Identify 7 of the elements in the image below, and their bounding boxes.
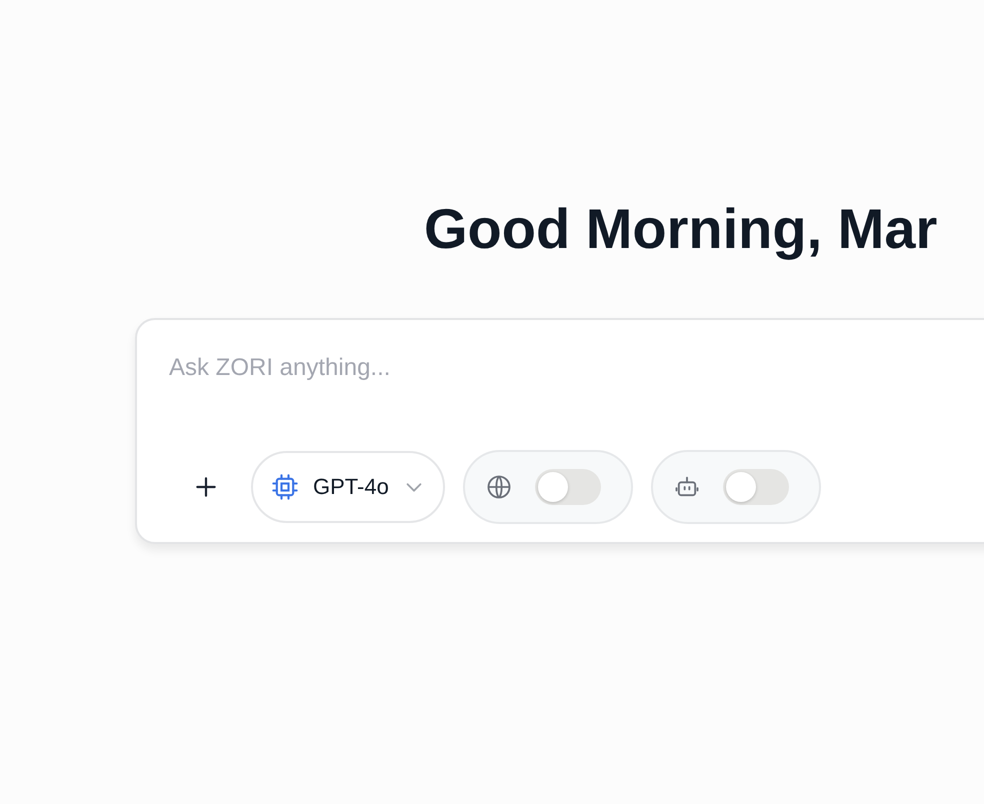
toggle-switch[interactable] <box>722 469 789 505</box>
toggle-switch[interactable] <box>534 469 601 505</box>
globe-icon <box>484 473 513 501</box>
prompt-input[interactable]: Ask ZORI anything... <box>169 350 769 386</box>
chip-icon <box>271 473 299 501</box>
greeting-heading: Good Morning, Mar <box>424 196 938 262</box>
model-dropdown[interactable]: GPT-4o <box>251 451 445 523</box>
